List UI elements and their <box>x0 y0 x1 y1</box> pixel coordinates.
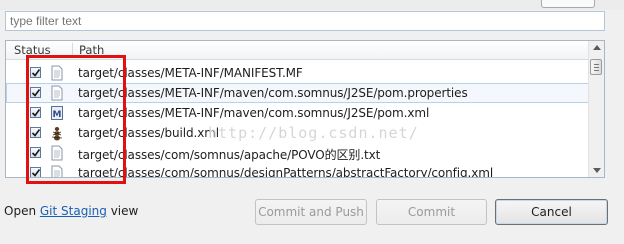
ant-build-icon <box>51 127 63 141</box>
scroll-down-arrow-icon[interactable] <box>593 168 601 173</box>
table-row[interactable]: target/classes/build.xml <box>6 123 591 143</box>
top-button-edge[interactable] <box>541 0 595 8</box>
cancel-button[interactable]: Cancel <box>495 199 608 225</box>
vertical-scrollbar[interactable] <box>588 41 604 177</box>
row-checkbox[interactable] <box>30 67 41 78</box>
table-header: Status Path <box>6 41 591 60</box>
table-rows: target/classes/META-INF/MANIFEST.MF targ… <box>6 60 591 177</box>
footer-prefix: Open <box>4 204 40 218</box>
maven-pom-icon: M <box>51 106 63 120</box>
column-header-path[interactable]: Path <box>79 43 104 57</box>
column-divider[interactable] <box>72 43 73 57</box>
commit-and-push-button[interactable]: Commit and Push <box>255 199 367 225</box>
table-row[interactable]: target/classes/META-INF/MANIFEST.MF <box>6 63 591 83</box>
table-row[interactable]: target/classes/com/somnus/apache/POVO的区别… <box>6 143 591 163</box>
properties-file-icon <box>51 85 63 101</box>
footer-suffix: view <box>106 204 139 218</box>
scroll-up-arrow-icon[interactable] <box>593 45 601 50</box>
text-file-icon <box>51 165 63 177</box>
table-row[interactable]: M target/classes/META-INF/maven/com.somn… <box>6 103 591 123</box>
row-checkbox[interactable] <box>30 167 41 177</box>
row-checkbox[interactable] <box>30 107 41 118</box>
table-row-selected[interactable]: target/classes/META-INF/maven/com.somnus… <box>6 83 591 103</box>
text-file-icon <box>51 65 63 81</box>
scroll-thumb[interactable] <box>590 59 602 75</box>
column-header-status[interactable]: Status <box>14 43 51 57</box>
row-checkbox[interactable] <box>30 147 41 158</box>
row-path: target/classes/META-INF/MANIFEST.MF <box>78 66 303 80</box>
row-path: target/classes/META-INF/maven/com.somnus… <box>78 86 468 100</box>
text-file-icon <box>51 145 63 161</box>
top-strip <box>0 0 624 10</box>
row-path: target/classes/META-INF/maven/com.somnus… <box>78 106 430 120</box>
row-path: target/classes/build.xml <box>78 126 220 140</box>
git-staging-link[interactable]: Git Staging <box>40 204 107 218</box>
svg-text:M: M <box>53 110 62 120</box>
file-table: Status Path target/classes/META-INF/MANI… <box>5 40 605 178</box>
commit-button[interactable]: Commit <box>376 199 487 225</box>
filter-input[interactable] <box>5 11 605 31</box>
row-path: target/classes/com/somnus/apache/POVO的区别… <box>78 148 381 162</box>
row-checkbox[interactable] <box>30 127 41 138</box>
table-row[interactable]: target/classes/com/somnus/designPatterns… <box>6 163 591 177</box>
row-checkbox[interactable] <box>30 87 41 98</box>
open-staging-view-text: Open Git Staging view <box>4 204 138 218</box>
row-path: target/classes/com/somnus/designPatterns… <box>78 166 494 177</box>
